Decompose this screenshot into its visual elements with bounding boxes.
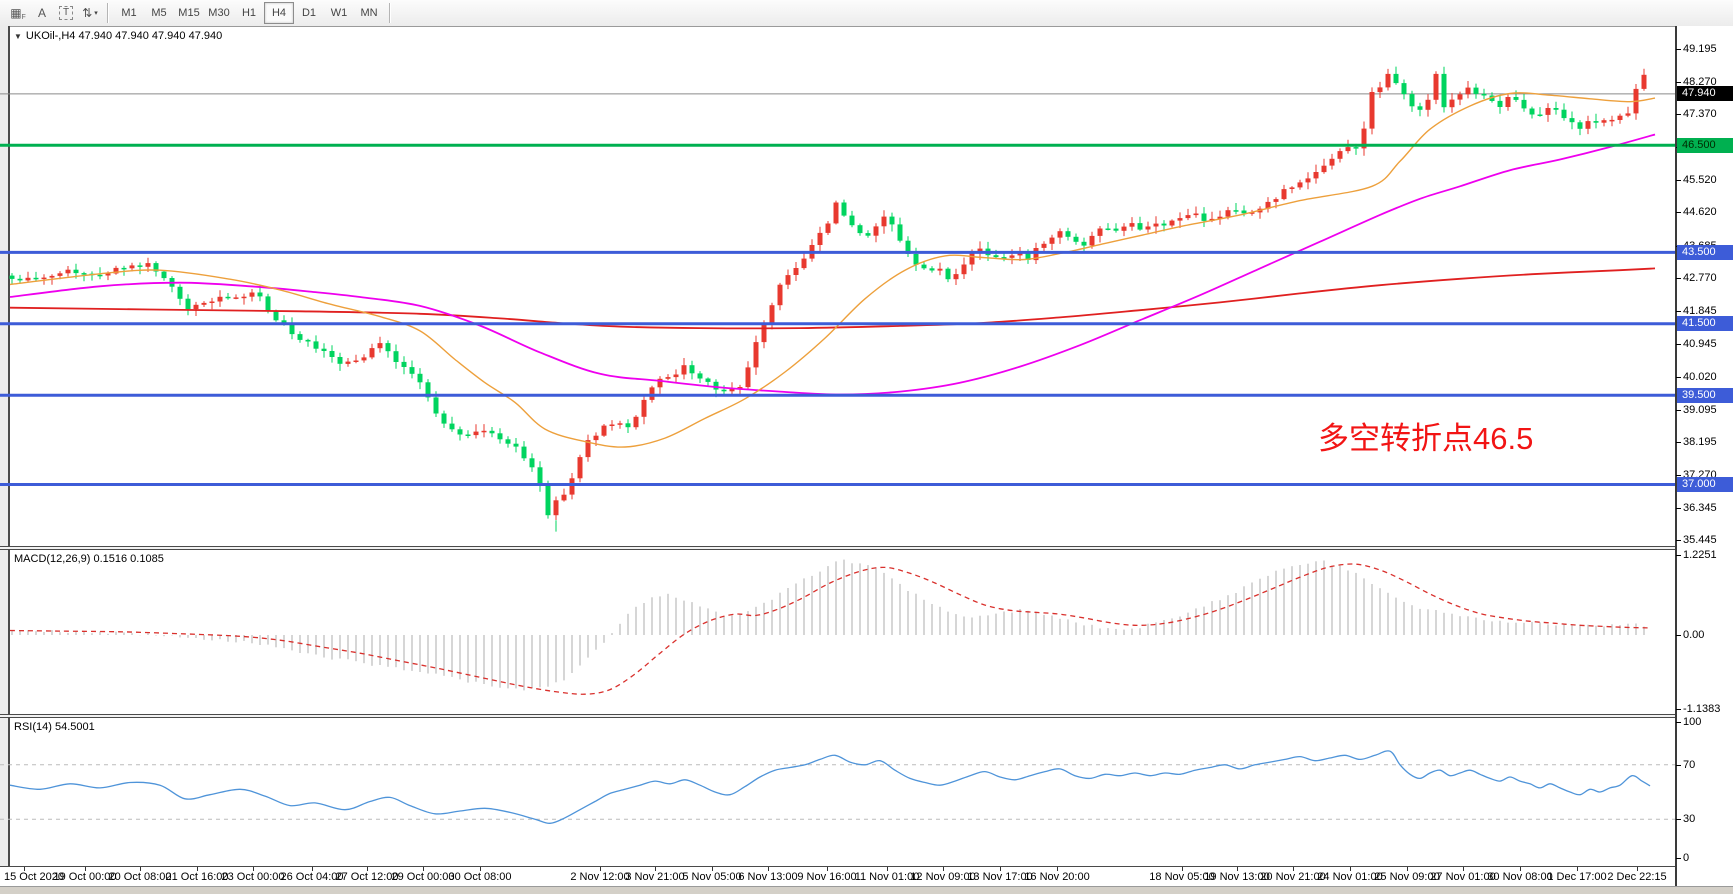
mt4-window: ▦FAT⇅▾ M1M5M15M30H1H4D1W1MN ▼ UKOil-,H4 47… [0,0,1733,894]
timeframe-button-w1[interactable]: W1 [324,2,354,24]
price-level-label-39.500: 39.500 [1677,388,1733,403]
date-tick-label: 23 Oct 00:00 [222,871,285,883]
bottom-strip [0,886,1733,894]
timeframe-button-d1[interactable]: D1 [294,2,324,24]
timeframe-button-m30[interactable]: M30 [204,2,234,24]
macd-indicator-label: MACD(12,26,9) 0.1516 0.1085 [14,553,164,565]
date-tick-label: 21 Oct 16:00 [166,871,229,883]
date-tick-label: 1 Dec 17:00 [1547,871,1606,883]
chart-title: ▼ UKOil-,H4 47.940 47.940 47.940 47.940 [14,30,222,42]
price-level-label-37.000: 37.000 [1677,477,1733,492]
date-tick-label: 2 Nov 12:00 [570,871,629,883]
price-tick-39.095: 39.095 [1683,403,1717,417]
candles [10,67,1647,532]
toolbar-separator [389,3,391,23]
current-price-label: 47.940 [1677,86,1733,101]
toolbar-separator [107,3,109,23]
text-label-icon[interactable]: A [31,3,53,23]
date-tick-label: 29 Oct 00:00 [392,871,455,883]
date-tick-label: 27 Oct 12:00 [336,871,399,883]
rsi-tick-0: 0 [1683,851,1689,865]
grid-properties-icon[interactable]: ▦F [7,3,29,23]
date-tick-label: 5 Nov 05:00 [682,871,741,883]
price-tick-38.195: 38.195 [1683,435,1717,449]
main-chart-canvas[interactable] [0,28,1675,546]
timeframe-button-m15[interactable]: M15 [174,2,204,24]
timeframe-button-m1[interactable]: M1 [114,2,144,24]
price-tick-36.345: 36.345 [1683,501,1717,515]
price-tick-45.520: 45.520 [1683,173,1717,187]
date-tick-label: 30 Nov 08:00 [1487,871,1552,883]
price-tick-44.620: 44.620 [1683,205,1717,219]
date-tick-label: 20 Oct 08:00 [109,871,172,883]
macd-tick-1.2251: 1.2251 [1683,548,1717,562]
date-tick-label: 30 Oct 08:00 [449,871,512,883]
macd-tick-0: 0.00 [1683,628,1704,642]
timeframe-button-mn[interactable]: MN [354,2,384,24]
timeframe-button-h1[interactable]: H1 [234,2,264,24]
symbol-dropdown-icon[interactable]: ▼ [14,32,22,41]
date-tick-label: 16 Nov 20:00 [1024,871,1089,883]
toolbar: ▦FAT⇅▾ M1M5M15M30H1H4D1W1MN [0,0,1733,27]
price-tick-40.945: 40.945 [1683,337,1717,351]
date-tick-label: 24 Nov 01:00 [1317,871,1382,883]
rsi-line [10,751,1650,823]
date-tick-label: 9 Nov 16:00 [797,871,856,883]
rsi-indicator-label: RSI(14) 54.5001 [14,721,95,733]
rsi-panel-canvas[interactable] [0,718,1675,866]
chart-annotation-text: 多空转折点46.5 [1318,413,1533,458]
price-tick-47.370: 47.370 [1683,107,1717,121]
price-level-label-43.500: 43.500 [1677,245,1733,260]
rsi-tick-100: 100 [1683,715,1701,729]
timeframe-button-h4[interactable]: H4 [264,2,294,24]
price-level-label-46.500: 46.500 [1677,138,1733,153]
date-tick-label: 26 Oct 04:00 [281,871,344,883]
price-tick-49.195: 49.195 [1683,42,1717,56]
date-tick-label: 6 Nov 13:00 [738,871,797,883]
timeframe-button-m5[interactable]: M5 [144,2,174,24]
date-axis[interactable]: 15 Oct 202019 Oct 00:0020 Oct 08:0021 Oc… [0,867,1675,886]
date-tick-label: 20 Nov 21:00 [1260,871,1325,883]
date-tick-label: 3 Nov 21:00 [625,871,684,883]
date-tick-label: 12 Nov 09:00 [910,871,975,883]
date-tick-label: 2 Dec 22:15 [1607,871,1666,883]
chart-title-text: UKOil-,H4 47.940 47.940 47.940 47.940 [26,30,222,42]
price-tick-40.020: 40.020 [1683,370,1717,384]
price-axis[interactable]: 49.19548.27047.37046.44545.52044.62043.6… [1677,26,1733,886]
rsi-tick-70: 70 [1683,758,1695,772]
date-tick-label: 19 Oct 00:00 [54,871,117,883]
macd-panel-canvas[interactable] [0,550,1675,714]
price-level-label-41.500: 41.500 [1677,316,1733,331]
price-tick-35.445: 35.445 [1683,533,1717,547]
rsi-tick-30: 30 [1683,812,1695,826]
arrange-windows-icon[interactable]: ⇅▾ [79,3,101,23]
ma-slow-line [10,268,1655,328]
macd-histogram [12,560,1644,691]
macd-tick--1.1383: -1.1383 [1683,702,1720,716]
ma-mid-line [10,135,1655,395]
date-tick-label: 13 Nov 17:00 [967,871,1032,883]
text-box-icon[interactable]: T [55,3,77,23]
price-tick-42.770: 42.770 [1683,271,1717,285]
date-tick-label: 27 Nov 01:00 [1430,871,1495,883]
